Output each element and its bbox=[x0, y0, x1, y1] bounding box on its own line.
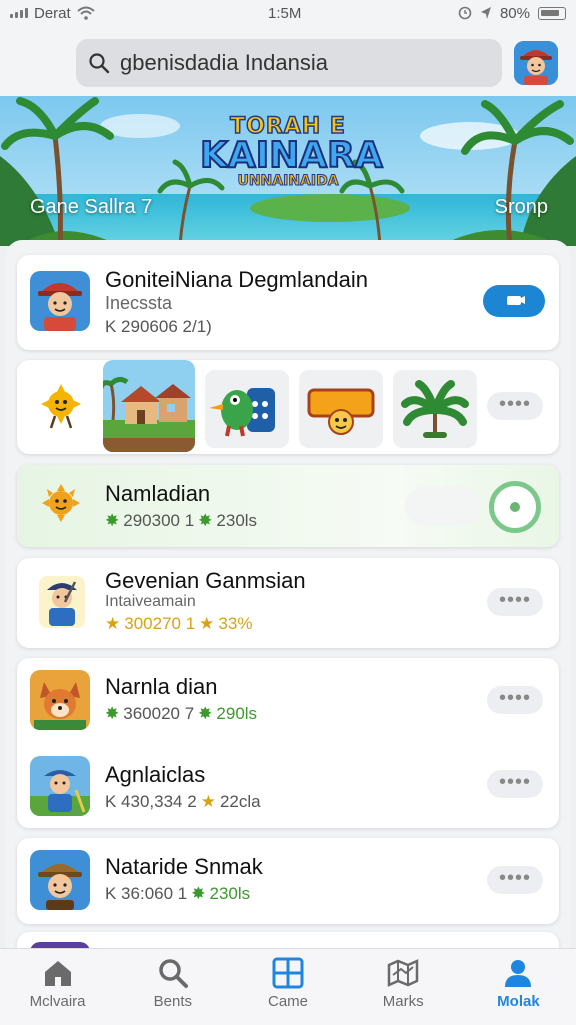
search-input[interactable] bbox=[118, 49, 462, 77]
app-title: Namladian bbox=[105, 481, 211, 506]
app-icon-pirate bbox=[35, 572, 89, 632]
screenshot-tile-palm[interactable] bbox=[393, 370, 477, 448]
app-meta: ✸ 360020 7 ✸ 290ls bbox=[105, 704, 258, 723]
select-radio[interactable] bbox=[489, 481, 541, 533]
star-icon: ★ bbox=[200, 792, 216, 811]
app-icon-farmer[interactable] bbox=[30, 756, 90, 816]
more-button[interactable]: •••• bbox=[487, 866, 543, 894]
app-card-1[interactable]: GoniteiNiana Degmlandain Inecssta K 2906… bbox=[17, 255, 559, 350]
app-meta: ✸ 290300 1 ✸ 230ls bbox=[105, 511, 258, 530]
star-icon: ★ bbox=[105, 614, 121, 633]
more-button[interactable]: •••• bbox=[487, 392, 543, 420]
star-icon: ✸ bbox=[105, 511, 120, 530]
more-button[interactable]: •••• bbox=[487, 770, 543, 798]
app-subtitle: Inecssta bbox=[105, 293, 173, 313]
app-meta: ★ 300270 1 ★ 33% bbox=[105, 614, 253, 633]
app-card-4[interactable]: Gevenian Ganmsian Intaiveamain ★ 300270 … bbox=[17, 558, 559, 648]
tab-search[interactable]: Bents bbox=[115, 949, 230, 1025]
star-icon: ✸ bbox=[198, 511, 213, 530]
status-bar: Derat 1:5M 80% bbox=[0, 0, 576, 26]
app-icon-character bbox=[30, 271, 90, 331]
search-icon bbox=[89, 53, 110, 74]
banner-title-main: KAINARA bbox=[199, 135, 384, 176]
screenshot-tile-logo[interactable] bbox=[299, 370, 383, 448]
search-bar[interactable] bbox=[76, 39, 502, 87]
map-icon bbox=[387, 959, 419, 987]
profile-avatar[interactable] bbox=[514, 41, 558, 85]
app-title: GoniteiNiana Degmlandain bbox=[105, 267, 368, 292]
status-time: 1:5M bbox=[268, 4, 302, 22]
screenshot-tile-village[interactable] bbox=[103, 360, 195, 452]
screenshot-tile-bird[interactable] bbox=[205, 370, 289, 448]
sun-character-icon bbox=[37, 481, 85, 529]
app-meta: K 36:060 1 ✸ 230ls bbox=[105, 884, 251, 903]
app-card-group: Narnla dian ✸ 360020 7 ✸ 290ls •••• Agnl… bbox=[17, 658, 559, 828]
tab-profile[interactable]: Molak bbox=[461, 949, 576, 1025]
banner-right-label[interactable]: Sronp bbox=[495, 196, 548, 219]
app-card-6[interactable]: Nataride Snmak K 36:060 1 ✸ 230ls •••• bbox=[17, 838, 559, 924]
app-title: Narnla dian bbox=[105, 674, 218, 699]
signal-icon bbox=[10, 8, 28, 18]
app-icon-fox[interactable] bbox=[30, 670, 90, 730]
app-title: Agnlaiclas bbox=[105, 762, 206, 787]
tab-home[interactable]: Mclvaira bbox=[0, 949, 115, 1025]
banner-title: TORAH E KAINARA UNNAINAIDA bbox=[199, 113, 384, 189]
wifi-icon bbox=[77, 6, 95, 20]
app-title: Nataride Snmak bbox=[105, 854, 263, 879]
app-title: Gevenian Ganmsian bbox=[105, 568, 306, 593]
sun-character-icon bbox=[35, 380, 87, 432]
battery-percent: 80% bbox=[499, 4, 530, 22]
more-button[interactable]: •••• bbox=[487, 686, 543, 714]
more-button[interactable]: •••• bbox=[487, 588, 543, 616]
download-icon bbox=[507, 296, 525, 305]
featured-banner[interactable]: TORAH E KAINARA UNNAINAIDA Gane Sallra 7… bbox=[0, 96, 576, 246]
download-button[interactable] bbox=[483, 285, 545, 317]
toggle-switch[interactable] bbox=[405, 486, 481, 526]
app-icon-adventurer bbox=[30, 850, 90, 910]
top-bar bbox=[0, 26, 576, 96]
banner-left-label[interactable]: Gane Sallra 7 bbox=[30, 196, 152, 219]
star-icon: ✸ bbox=[105, 704, 120, 723]
star-icon: ✸ bbox=[191, 884, 206, 903]
carrier-label: Derat bbox=[34, 4, 71, 22]
screenshots-row: •••• bbox=[17, 360, 559, 454]
star-icon: ★ bbox=[199, 614, 215, 633]
home-icon bbox=[44, 961, 71, 986]
grid-icon bbox=[272, 957, 304, 989]
location-icon bbox=[480, 7, 491, 19]
app-subtitle: Intaiveamain bbox=[105, 593, 196, 610]
tab-games[interactable]: Came bbox=[230, 949, 345, 1025]
tab-maps[interactable]: Marks bbox=[346, 949, 461, 1025]
app-meta: K 290606 2/1) bbox=[105, 317, 212, 336]
alarm-icon bbox=[458, 6, 472, 20]
app-meta: K 430,334 2 ★ 22cla bbox=[105, 792, 261, 811]
battery-icon bbox=[538, 6, 566, 20]
app-card-highlighted[interactable]: Namladian ✸ 290300 1 ✸ 230ls bbox=[17, 465, 559, 547]
star-icon: ✸ bbox=[198, 704, 213, 723]
person-icon bbox=[505, 960, 532, 987]
bottom-tab-bar: Mclvaira Bents Came Marks Molak bbox=[0, 948, 576, 1025]
search-icon bbox=[159, 959, 188, 988]
